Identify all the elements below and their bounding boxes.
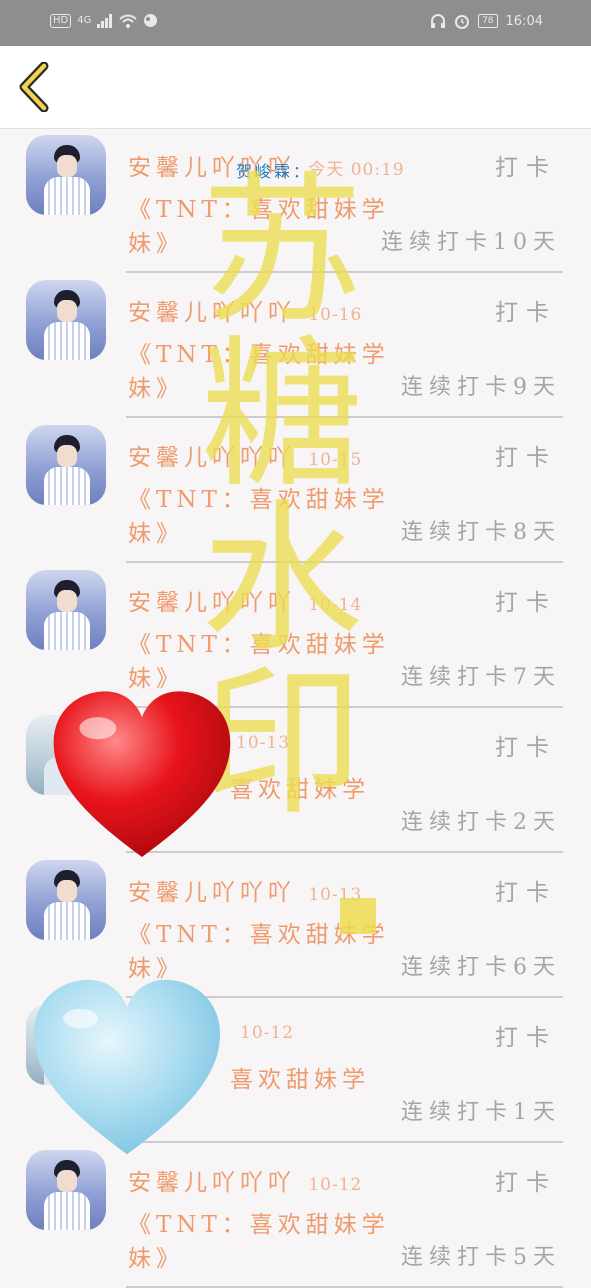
red-heart-sticker (53, 691, 231, 857)
streak-text: 连续打卡6天 (401, 955, 561, 980)
streak-text: 连续打卡9天 (401, 375, 561, 400)
top-navigation-bar (0, 46, 591, 129)
watermark-char: 苏 (201, 158, 363, 346)
headphones-icon (431, 13, 446, 28)
book-title-cont: 妹》 (128, 521, 184, 547)
user-name: 安馨儿吖吖吖 10-12 (128, 1170, 363, 1196)
watermark-char: 糖 (201, 322, 363, 510)
checkin-label: 打卡 (495, 735, 557, 761)
checkin-label: 打卡 (495, 1025, 557, 1051)
book-title-cont: 妹》 (128, 376, 184, 402)
streak-text: 连续打卡1天 (401, 1100, 561, 1125)
signal-icon (97, 13, 113, 28)
status-right: 78 16:04 (430, 13, 543, 29)
checkin-date: 10-12 (308, 1175, 363, 1195)
globe-icon (144, 14, 158, 27)
checkin-label: 打卡 (495, 155, 557, 181)
avatar[interactable] (26, 1150, 106, 1230)
avatar[interactable] (26, 135, 106, 215)
network-label: 4G (77, 15, 92, 26)
streak-text: 连续打卡7天 (401, 665, 561, 690)
chevron-left-icon[interactable] (14, 62, 58, 112)
list-item[interactable]: 安馨儿吖吖吖 10-12 打卡 《TNT：喜欢甜妹学 妹》 连续打卡5天 (0, 1143, 591, 1288)
book-title: 喜欢甜妹学 (230, 1067, 370, 1093)
hd-badge: HD (50, 13, 72, 28)
checkin-label: 打卡 (495, 590, 557, 616)
status-left: HD 4G (50, 13, 158, 28)
watermark-char: 水 (201, 486, 363, 674)
book-title-cont: 妹》 (128, 1246, 184, 1272)
book-title: 《TNT：喜欢甜妹学 (128, 1212, 390, 1238)
clock: 16:04 (505, 13, 543, 29)
avatar[interactable] (26, 570, 106, 650)
alarm-icon (455, 15, 470, 29)
battery-indicator: 78 (478, 14, 498, 28)
streak-text: 连续打卡8天 (401, 520, 561, 545)
avatar[interactable] (26, 860, 106, 940)
user-name: 安馨儿吖吖吖 10-13 (128, 880, 363, 906)
user-name: 10-12 (240, 1018, 294, 1044)
avatar[interactable] (26, 280, 106, 360)
blue-heart-sticker (34, 979, 220, 1155)
checkin-date: 10-12 (240, 1023, 295, 1043)
checkin-label: 打卡 (495, 880, 557, 906)
checkin-label: 打卡 (495, 300, 557, 326)
streak-text: 连续打卡5天 (401, 1245, 561, 1270)
avatar[interactable] (26, 425, 106, 505)
book-title-cont: 妹》 (128, 231, 184, 257)
checkin-label: 打卡 (495, 445, 557, 471)
streak-text: 连续打卡10天 (381, 230, 561, 255)
status-bar: HD 4G 78 16:04 (0, 0, 591, 46)
streak-text: 连续打卡2天 (401, 810, 561, 835)
watermark-dot (340, 898, 376, 934)
checkin-label: 打卡 (495, 1170, 557, 1196)
wifi-icon (119, 14, 138, 28)
